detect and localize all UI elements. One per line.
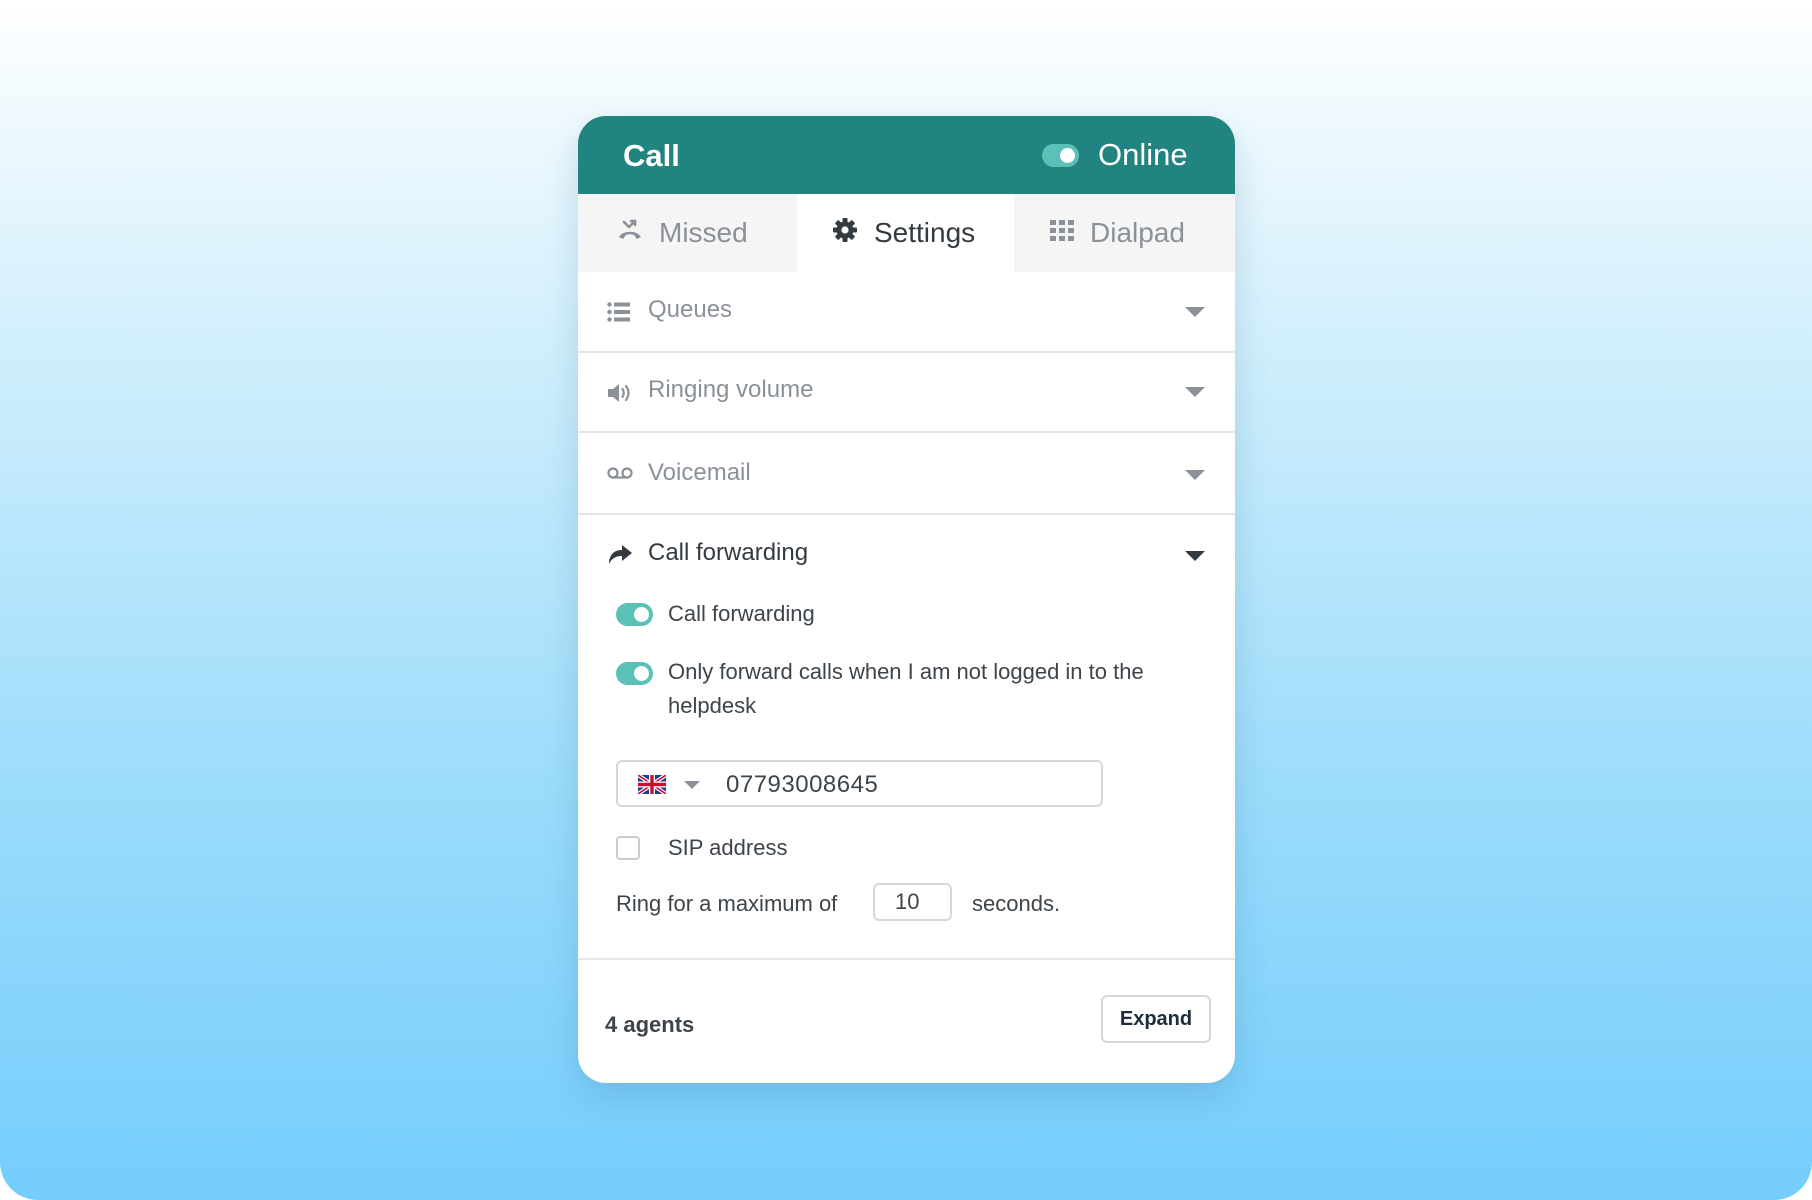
section-queues[interactable]: Queues (578, 272, 1235, 353)
phone-number-value[interactable]: 07793008645 (726, 771, 878, 799)
tab-settings-label: Settings (874, 217, 976, 248)
toggle-knob (634, 607, 649, 622)
sip-address-checkbox[interactable] (616, 836, 640, 860)
forward-arrow-icon (607, 544, 633, 571)
chevron-down-icon (1185, 387, 1205, 397)
ring-duration-prefix: Ring for a maximum of (616, 891, 838, 916)
uk-flag-icon[interactable] (636, 773, 668, 796)
section-ringing-volume[interactable]: Ringing volume (578, 353, 1235, 433)
expand-button[interactable]: Expand (1101, 995, 1211, 1043)
online-status-label: Online (1098, 137, 1188, 172)
toggle-knob (1060, 148, 1075, 163)
tab-bar: Missed Settings Dialpad (578, 194, 1235, 272)
only-when-offline-toggle[interactable] (616, 662, 653, 685)
section-call-forwarding: Call forwarding Call forwarding Only for… (578, 515, 1235, 960)
dialpad-grid-icon (1050, 217, 1074, 249)
widget-footer: 4 agents Expand (578, 960, 1235, 1083)
section-voicemail-label: Voicemail (648, 459, 751, 486)
call-forwarding-toggle-label: Call forwarding (668, 601, 815, 626)
call-widget: Call Online Missed Settings Dialpad Queu… (578, 116, 1235, 1083)
gear-icon (832, 217, 858, 250)
queue-list-icon (607, 302, 631, 327)
sip-address-label: SIP address (668, 835, 788, 860)
widget-title: Call (623, 138, 680, 173)
ring-duration-suffix: seconds. (972, 891, 1061, 916)
tab-missed[interactable]: Missed (578, 194, 797, 272)
only-when-offline-label-line1: Only forward calls when I am not logged … (668, 659, 1144, 684)
call-forwarding-toggle[interactable] (616, 603, 653, 626)
forward-phone-input[interactable]: 07793008645 (616, 760, 1103, 807)
speaker-icon (607, 382, 633, 409)
missed-call-icon (617, 217, 643, 249)
section-queues-label: Queues (648, 296, 733, 323)
tab-dialpad[interactable]: Dialpad (1014, 194, 1235, 272)
section-call-forwarding-label: Call forwarding (648, 539, 809, 566)
voicemail-icon (607, 466, 633, 485)
only-when-offline-label-line2: helpdesk (668, 693, 757, 718)
tab-dialpad-label: Dialpad (1090, 217, 1185, 248)
widget-header: Call Online (578, 116, 1235, 194)
chevron-down-icon[interactable] (1185, 551, 1205, 561)
country-dropdown-caret-icon[interactable] (684, 781, 700, 789)
section-ringing-volume-label: Ringing volume (648, 376, 814, 403)
section-voicemail[interactable]: Voicemail (578, 433, 1235, 515)
chevron-down-icon (1185, 470, 1205, 480)
online-status-toggle[interactable] (1042, 144, 1079, 167)
tab-settings[interactable]: Settings (797, 194, 1014, 272)
toggle-knob (634, 666, 649, 681)
ring-duration-input[interactable]: 10 (873, 883, 952, 921)
agents-count: 4 agents (605, 1012, 695, 1037)
tab-missed-label: Missed (659, 217, 748, 248)
chevron-down-icon (1185, 307, 1205, 317)
